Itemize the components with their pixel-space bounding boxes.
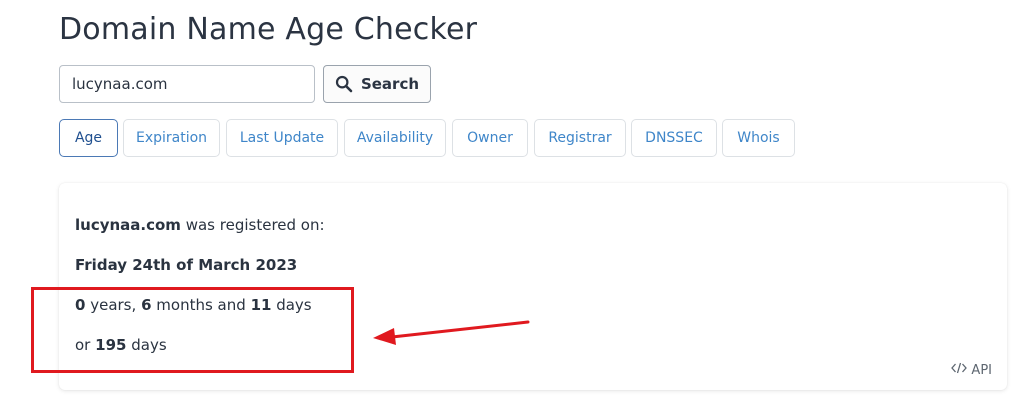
search-button[interactable]: Search (323, 65, 431, 103)
registration-date: Friday 24th of March 2023 (75, 256, 298, 274)
tab-owner[interactable]: Owner (452, 119, 528, 157)
registered-line: lucynaa.com was registered on: (75, 216, 325, 234)
tab-expiration[interactable]: Expiration (123, 119, 220, 157)
tab-registrar[interactable]: Registrar (534, 119, 626, 157)
registration-date-line: Friday 24th of March 2023 (75, 256, 297, 274)
annotation-highlight-box (31, 287, 354, 373)
code-icon (951, 362, 968, 378)
result-domain: lucynaa.com (75, 216, 181, 234)
tab-whois[interactable]: Whois (722, 119, 795, 157)
search-button-label: Search (360, 75, 420, 93)
search-input[interactable] (59, 65, 315, 103)
tab-dnssec[interactable]: DNSSEC (631, 119, 717, 157)
annotation-arrow-icon (373, 320, 530, 345)
tab-availability[interactable]: Availability (344, 119, 446, 157)
tab-age[interactable]: Age (59, 119, 118, 157)
page-title: Domain Name Age Checker (59, 12, 478, 47)
api-link[interactable]: API (951, 362, 992, 378)
tab-last-update[interactable]: Last Update (226, 119, 338, 157)
api-label: API (971, 362, 992, 378)
search-icon (335, 75, 353, 93)
registered-text: was registered on: (185, 216, 325, 234)
